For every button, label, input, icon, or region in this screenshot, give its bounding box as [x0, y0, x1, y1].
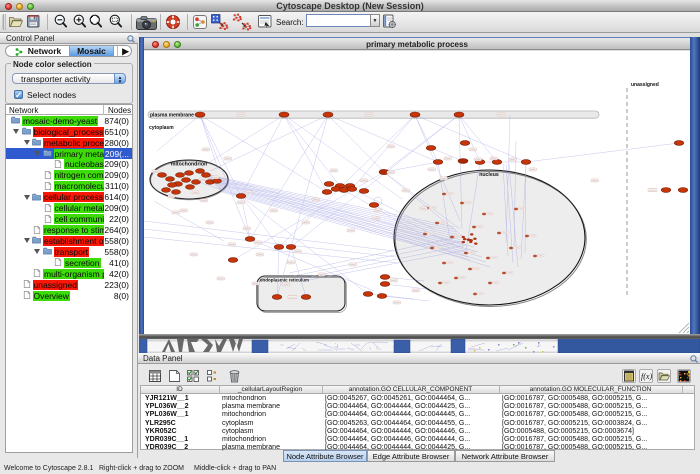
- svg-text:unassigned: unassigned: [631, 82, 659, 88]
- svg-text:plasma membrane: plasma membrane: [150, 113, 194, 119]
- svg-text:nucleus: nucleus: [479, 172, 499, 178]
- svg-text:cytoplasm: cytoplasm: [149, 125, 174, 131]
- svg-text:mitochondrion: mitochondrion: [171, 162, 207, 168]
- svg-text:f(x): f(x): [641, 372, 652, 381]
